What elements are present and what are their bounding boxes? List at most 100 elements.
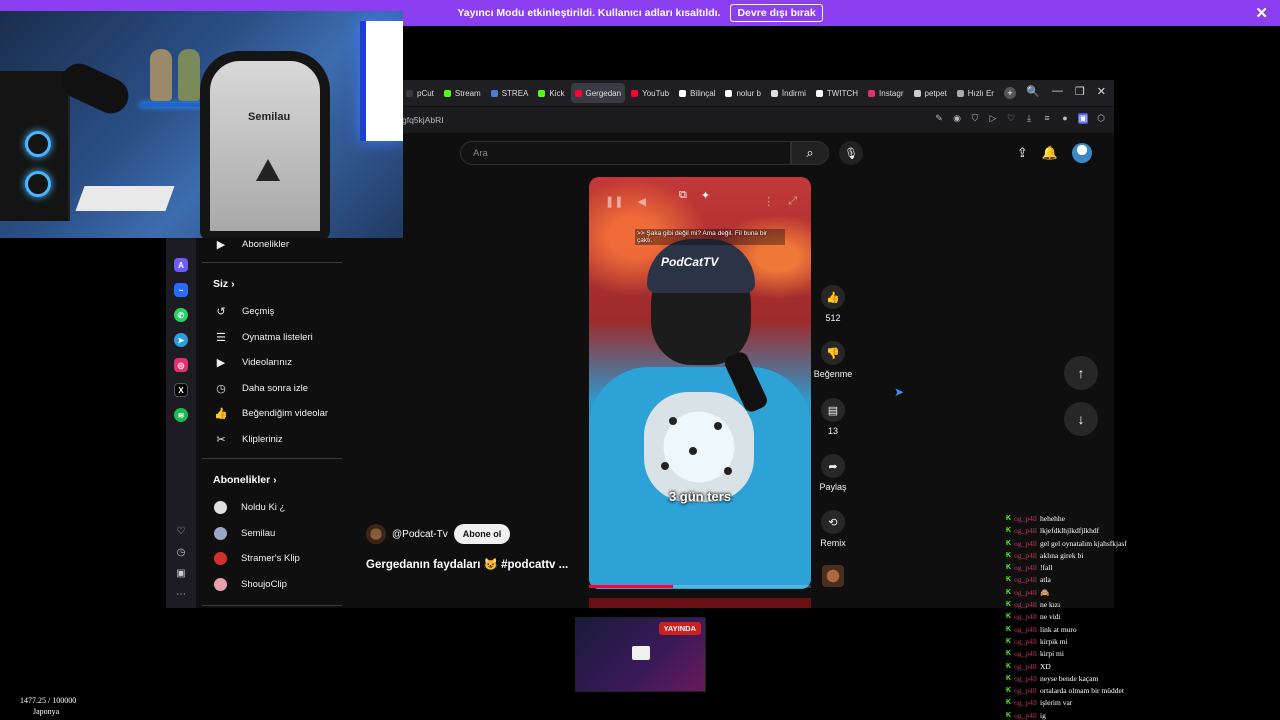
app-icon-1[interactable]: A xyxy=(174,258,188,272)
instagram-icon[interactable]: ◎ xyxy=(174,358,188,372)
bell-icon[interactable]: 🔔 xyxy=(1042,145,1058,161)
history-icon[interactable]: ◷ xyxy=(177,547,186,558)
tab-11[interactable]: petpet xyxy=(910,83,951,103)
tab-7[interactable]: nolur b xyxy=(721,83,764,103)
siz-heading[interactable]: Siz › xyxy=(213,278,235,290)
webcam-figure xyxy=(178,49,200,101)
subscribe-button[interactable]: Abone ol xyxy=(453,524,511,544)
tab-9[interactable]: TWITCH xyxy=(812,83,862,103)
heart-icon[interactable]: ♡ xyxy=(1006,113,1016,124)
upload-icon[interactable]: ⇪ xyxy=(1017,145,1028,161)
sidebar-item-video[interactable]: ▶ Videolarınız xyxy=(214,356,292,369)
previous-video-button[interactable]: ↑ xyxy=(1064,356,1098,390)
restore-icon[interactable]: ❐ xyxy=(1075,85,1085,98)
video-title[interactable]: Gergedanın faydaları 😺 #podcattv ... xyxy=(366,557,568,571)
user-avatar[interactable] xyxy=(1072,143,1092,163)
close-window-icon[interactable]: ✕ xyxy=(1097,85,1106,98)
chat-message: Kog_p4ll link at muro xyxy=(1006,624,1276,636)
download-icon[interactable]: ⤓ xyxy=(1024,113,1034,124)
more-vert-icon[interactable]: ⋮ xyxy=(763,195,774,208)
tab-4[interactable]: Gergedan xyxy=(570,83,626,103)
volume-icon[interactable]: ◀ xyxy=(637,195,645,208)
search-input[interactable]: Ara xyxy=(460,141,791,165)
share-button[interactable]: ➦ Paylaş xyxy=(813,454,853,492)
tab-5[interactable]: YouTub xyxy=(627,83,673,103)
sidebar-item-subscriptions-top[interactable]: ▶ Abonelikler xyxy=(214,238,289,251)
sound-thumbnail[interactable] xyxy=(822,565,844,587)
tab-3[interactable]: Kick xyxy=(534,83,568,103)
video-progress-bar[interactable] xyxy=(589,585,811,588)
leopard-spot xyxy=(714,422,722,430)
short-video-player[interactable]: PodCatTV >> Şaka gibi değil mi? Ama deği… xyxy=(589,177,811,589)
whatsapp-icon[interactable]: ✆ xyxy=(174,308,188,322)
profile-icon[interactable]: ● xyxy=(1060,113,1070,124)
close-banner-icon[interactable]: ✕ xyxy=(1255,4,1268,22)
search-button[interactable]: ⌕ xyxy=(791,141,829,165)
disable-button[interactable]: Devre dışı bırak xyxy=(730,4,823,22)
fullscreen-icon[interactable]: ⤢ xyxy=(788,195,797,208)
tab-10[interactable]: Instagr xyxy=(864,83,907,103)
stats-country: Japonya xyxy=(33,707,60,716)
camera-icon[interactable]: ◉ xyxy=(952,113,962,124)
live-preview[interactable]: YAYINDA xyxy=(575,617,706,692)
channel-avatar[interactable] xyxy=(366,524,386,544)
subscription-item[interactable]: Noldu Ki ¿ xyxy=(214,501,285,514)
minimize-icon[interactable]: — xyxy=(1052,85,1063,98)
comments-button[interactable]: ▤ 13 xyxy=(813,398,853,436)
play-icon[interactable]: ▷ xyxy=(988,113,998,124)
shield-icon[interactable]: ⛉ xyxy=(970,113,980,124)
webcam-figure xyxy=(150,49,172,101)
sidebar-item-like[interactable]: 👍 Beğendiğim videolar xyxy=(214,407,328,420)
voice-search-button[interactable]: 🎙 xyxy=(839,141,863,165)
player-controls-center: ⧉ ✦ xyxy=(679,189,710,202)
tab-0[interactable]: pCut xyxy=(402,83,438,103)
webcam-flag xyxy=(360,21,403,141)
tab-1[interactable]: Stream xyxy=(440,83,485,103)
sidebar-item-scissors[interactable]: ✂ Klipleriniz xyxy=(214,433,282,446)
subscription-item[interactable]: ShoujoClip xyxy=(214,577,287,591)
chat-text: link at muro xyxy=(1039,624,1077,634)
spotify-icon[interactable]: ≋ xyxy=(174,408,188,422)
kick-icon: K xyxy=(1006,613,1012,621)
remix-label: Remix xyxy=(820,538,846,548)
new-tab-icon[interactable]: + xyxy=(1003,87,1016,99)
tab-12[interactable]: Hızlı Er xyxy=(953,83,998,103)
sidebar-item-history[interactable]: ↺ Geçmiş xyxy=(214,305,274,318)
like-button[interactable]: 👍 512 xyxy=(813,285,853,323)
tab-6[interactable]: Bilinçal xyxy=(675,83,719,103)
sparkle-icon[interactable]: ✦ xyxy=(701,189,710,202)
subscription-item[interactable]: Semilau xyxy=(214,526,275,540)
search-tabs-icon[interactable]: 🔍 xyxy=(1026,85,1040,98)
chat-text: XD xyxy=(1039,661,1051,671)
tab-8[interactable]: İndirmi xyxy=(767,83,810,103)
pause-icon[interactable]: ❚❚ xyxy=(605,195,623,208)
chat-username: og_p4ll xyxy=(1014,710,1037,720)
heart-icon[interactable]: ♡ xyxy=(177,526,186,537)
messenger-icon[interactable]: ~ xyxy=(174,283,188,297)
next-video-peek xyxy=(589,598,811,608)
subscription-item[interactable]: Stramer's Klip xyxy=(214,552,300,566)
kick-icon: K xyxy=(1006,711,1012,719)
dislike-button[interactable]: 👎 Beğenme xyxy=(813,341,853,379)
remix-button[interactable]: ⟲ Remix xyxy=(813,510,853,548)
chat-message: Kog_p4ll ne kızı xyxy=(1006,599,1276,611)
chat-username: og_p4ll xyxy=(1014,686,1037,696)
tab-2[interactable]: STREA xyxy=(487,83,533,103)
panel-icon[interactable]: ▣ xyxy=(176,568,185,579)
cube-icon[interactable]: ⬡ xyxy=(1096,113,1106,124)
list-icon[interactable]: ≡ xyxy=(1042,113,1052,124)
live-badge: YAYINDA xyxy=(658,622,701,635)
sidebar-item-clock[interactable]: ◷ Daha sonra izle xyxy=(214,382,308,395)
channel-name[interactable]: @Podcat-Tv xyxy=(392,529,448,540)
more-icon[interactable]: ⋯ xyxy=(176,589,186,600)
x-icon[interactable]: X xyxy=(174,383,188,397)
telegram-icon[interactable]: ➤ xyxy=(174,333,188,347)
edit-icon[interactable]: ✎ xyxy=(934,113,944,124)
next-video-button[interactable]: ↓ xyxy=(1064,402,1098,436)
scissors-icon: ✂ xyxy=(216,434,226,446)
sidebar-item-playlist[interactable]: ☰ Oynatma listeleri xyxy=(214,331,313,344)
extension-icon[interactable]: ▣ xyxy=(1078,113,1088,124)
subscriptions-heading[interactable]: Abonelikler › xyxy=(213,474,277,486)
miniplayer-icon[interactable]: ⧉ xyxy=(679,189,687,202)
url-text[interactable]: gfq5kjAbRI xyxy=(402,115,444,125)
